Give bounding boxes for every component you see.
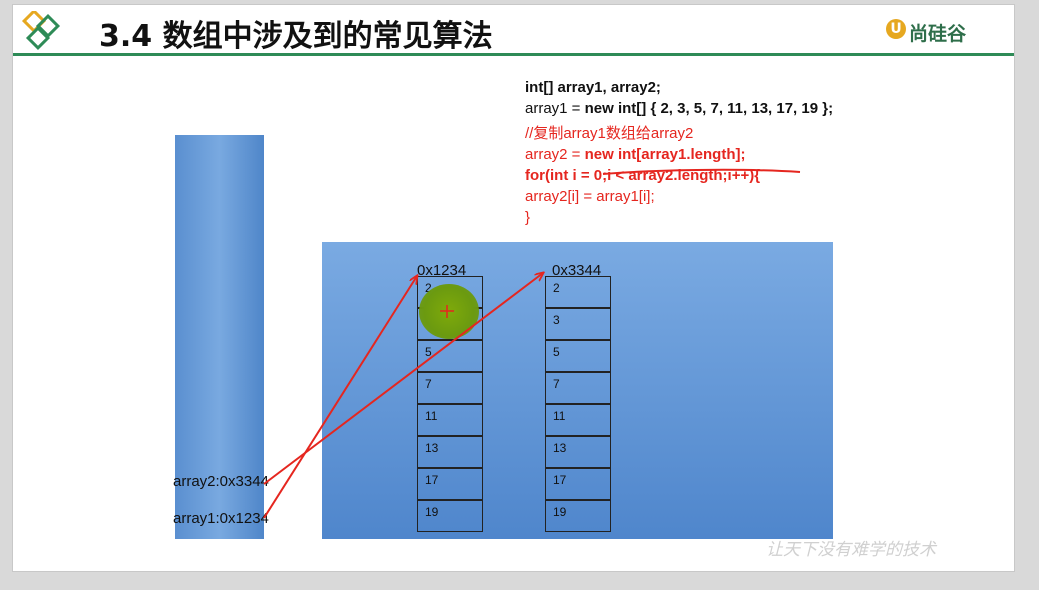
code-line-assign: array2[i] = array1[i];	[525, 188, 655, 205]
brand-logo: U 尚硅谷	[886, 19, 966, 46]
array1-cell: 11	[417, 404, 483, 436]
code-line-new-array: array2 = new int[array1.length];	[525, 144, 833, 165]
code-line-new-prefix: array2 =	[525, 146, 585, 163]
title-bar: 3.4 数组中涉及到的常见算法 U 尚硅谷	[13, 5, 1014, 56]
code-block: int[] array1, array2; array1 = new int[]…	[525, 77, 833, 228]
stack-array2-ref: array2:0x3344	[173, 473, 269, 490]
code-line-init-bold: new int[] { 2, 3, 5, 7, 11, 13, 17, 19 }…	[584, 100, 834, 117]
pointer-highlight	[419, 284, 479, 339]
stack-array1-ref: array1:0x1234	[173, 510, 269, 527]
array2-cell: 19	[545, 500, 611, 532]
code-line-init-prefix: array1 =	[525, 100, 585, 117]
array1-cell: 5	[417, 340, 483, 372]
array2-cell: 7	[545, 372, 611, 404]
code-line-new-bold: new int[array1.length];	[584, 146, 746, 163]
array2-cell: 17	[545, 468, 611, 500]
array2-cell: 11	[545, 404, 611, 436]
code-line-init: array1 = new int[] { 2, 3, 5, 7, 11, 13,…	[525, 98, 833, 119]
array1-cell: 13	[417, 436, 483, 468]
code-line-comment: //复制array1数组给array2	[525, 125, 694, 142]
brand-name: 尚硅谷	[909, 23, 967, 45]
array1-cell: 17	[417, 468, 483, 500]
title-divider	[13, 53, 1014, 56]
watermark: 让天下没有难学的技术	[766, 540, 936, 560]
array2-cell: 3	[545, 308, 611, 340]
array2-cell: 2	[545, 276, 611, 308]
array1-cell: 19	[417, 500, 483, 532]
array2-cell: 13	[545, 436, 611, 468]
page-title: 3.4 数组中涉及到的常见算法	[99, 19, 493, 54]
diamond-logo-icon	[21, 11, 61, 51]
brand-mark-icon: U	[886, 19, 906, 39]
code-line-declare: int[] array1, array2;	[525, 79, 661, 96]
array2-cell: 5	[545, 340, 611, 372]
array1-cell: 7	[417, 372, 483, 404]
code-line-close: }	[525, 209, 531, 226]
code-line-for: for(int i = 0;i < array2.length;i++){	[525, 167, 761, 184]
